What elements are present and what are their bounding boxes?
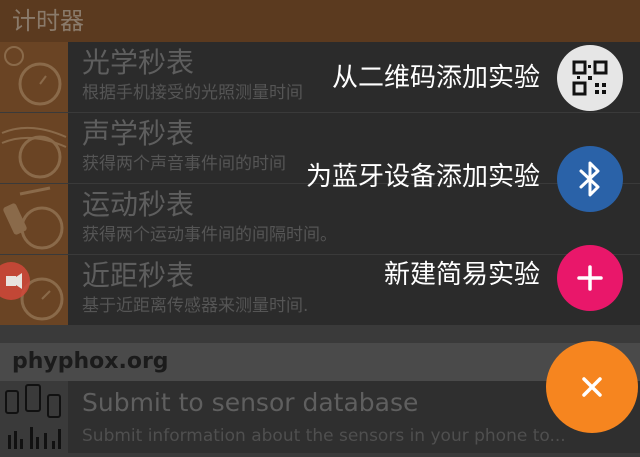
section-header-phyphox: phyphox.org [0,343,640,381]
experiment-name: 近距秒表 [82,259,195,292]
submit-description: Submit information about the sensors in … [82,426,566,446]
experiment-name: 光学秒表 [82,46,195,79]
category-title: 计时器 [12,7,84,35]
close-fab-menu-button[interactable] [546,341,638,433]
experiment-name: 声学秒表 [82,117,195,150]
experiment-item-motion-stopwatch[interactable]: 运动秒表 获得两个运动事件间的间隔时间。 [0,184,640,254]
screen-record-badge-icon[interactable] [0,262,30,300]
experiment-description: 获得两个声音事件间的时间 [82,154,286,174]
bluetooth-icon [579,161,600,197]
experiment-description: 基于近距离传感器来测量时间. [82,296,309,316]
plus-icon [577,265,603,291]
category-header: 计时器 [0,0,640,42]
submit-title: Submit to sensor database [82,388,419,417]
qr-add-label[interactable]: 从二维码添加实验 [332,61,540,95]
close-icon [582,377,602,397]
experiment-name: 运动秒表 [82,188,195,221]
stopwatch-thumbnail-icon [0,42,68,112]
simple-experiment-label[interactable]: 新建简易实验 [384,258,540,292]
bluetooth-fab[interactable] [557,146,623,212]
experiment-description: 根据手机接受的光照测量时间 [82,83,303,103]
bluetooth-add-label[interactable]: 为蓝牙设备添加实验 [306,160,540,194]
app-screen: 计时器 光学秒表 根据手机接受的光照测量时间 声学秒表 获得两个声音事件间的时间 [0,0,640,453]
stopwatch-thumbnail-icon [0,184,68,254]
submit-sensor-database-item[interactable]: Submit to sensor database Submit informa… [0,381,640,453]
experiment-description: 获得两个运动事件间的间隔时间。 [82,225,337,245]
simple-experiment-fab[interactable] [557,245,623,311]
experiment-item-light-stopwatch[interactable]: 光学秒表 根据手机接受的光照测量时间 [0,42,640,112]
section-title: phyphox.org [12,349,169,374]
qr-code-icon [572,60,608,96]
stopwatch-thumbnail-icon [0,113,68,183]
experiment-item-proximity-stopwatch[interactable]: 近距秒表 基于近距离传感器来测量时间. [0,255,640,325]
sensor-database-icon [0,381,68,453]
qr-code-fab[interactable] [557,45,623,111]
